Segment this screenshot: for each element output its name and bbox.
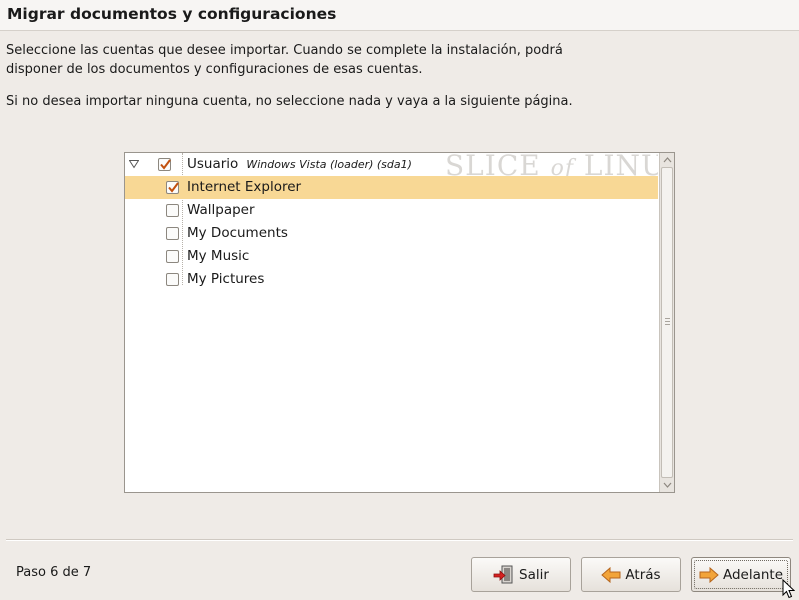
- triangle-down-icon[interactable]: [129, 159, 139, 169]
- scroll-down-button[interactable]: [660, 478, 675, 492]
- vertical-scrollbar[interactable]: [659, 153, 674, 492]
- chevron-up-icon: [663, 157, 672, 163]
- tree-rows: SLICE of LINUX UsuarioWindows Vista (loa…: [125, 153, 658, 492]
- accounts-tree[interactable]: SLICE of LINUX UsuarioWindows Vista (loa…: [124, 152, 675, 493]
- tree-row-wallpaper[interactable]: Wallpaper: [125, 199, 658, 222]
- account-label: Usuario Windows Vista (loader) (sda1): [187, 156, 412, 172]
- back-button-label: Atrás: [625, 566, 661, 583]
- tree-row-my-music[interactable]: My Music: [125, 245, 658, 268]
- tree-item-label: Internet Explorer: [187, 179, 302, 195]
- internet-explorer-checkbox[interactable]: [166, 181, 179, 194]
- intro-text: Seleccione las cuentas que desee importa…: [6, 41, 606, 79]
- account-checkbox[interactable]: [158, 158, 171, 171]
- scrollbar-thumb[interactable]: [661, 167, 673, 478]
- tree-row-account[interactable]: Usuario Windows Vista (loader) (sda1): [125, 153, 658, 176]
- tree-row-my-documents[interactable]: My Documents: [125, 222, 658, 245]
- grip-icon: [665, 318, 670, 325]
- my-pictures-checkbox[interactable]: [166, 273, 179, 286]
- page-title: Migrar documentos y configuraciones: [7, 5, 337, 23]
- wallpaper-checkbox[interactable]: [166, 204, 179, 217]
- tree-row-internet-explorer[interactable]: Internet Explorer: [125, 176, 658, 199]
- arrow-right-icon: [699, 566, 719, 583]
- arrow-left-icon: [601, 566, 621, 583]
- intro-line-2: disponer de los documentos y configuraci…: [6, 62, 423, 77]
- tree-item-label: My Music: [187, 248, 250, 264]
- tree-row-my-pictures[interactable]: My Pictures: [125, 268, 658, 291]
- tree-item-label: Wallpaper: [187, 202, 255, 218]
- footer-divider: [6, 539, 793, 541]
- mouse-cursor-icon: [782, 579, 795, 599]
- checkmark-icon: [160, 159, 171, 170]
- step-indicator: Paso 6 de 7: [16, 565, 92, 580]
- intro-hint: Si no desea importar ninguna cuenta, no …: [6, 94, 573, 109]
- tree-item-label: My Pictures: [187, 271, 265, 287]
- scroll-up-button[interactable]: [660, 153, 675, 167]
- checkmark-icon: [168, 182, 179, 193]
- chevron-down-icon: [663, 482, 672, 488]
- quit-button-label: Salir: [519, 566, 549, 583]
- page-header: Migrar documentos y configuraciones: [0, 0, 799, 31]
- intro-line-1: Seleccione las cuentas que desee importa…: [6, 43, 563, 58]
- quit-door-icon: [493, 565, 513, 583]
- back-button[interactable]: Atrás: [581, 557, 681, 592]
- forward-button[interactable]: Adelante: [691, 557, 791, 592]
- forward-button-label: Adelante: [722, 566, 784, 583]
- tree-item-label: My Documents: [187, 225, 288, 241]
- quit-button[interactable]: Salir: [471, 557, 571, 592]
- my-documents-checkbox[interactable]: [166, 227, 179, 240]
- account-detail: Windows Vista (loader) (sda1): [246, 158, 412, 171]
- account-name: Usuario: [187, 156, 239, 172]
- my-music-checkbox[interactable]: [166, 250, 179, 263]
